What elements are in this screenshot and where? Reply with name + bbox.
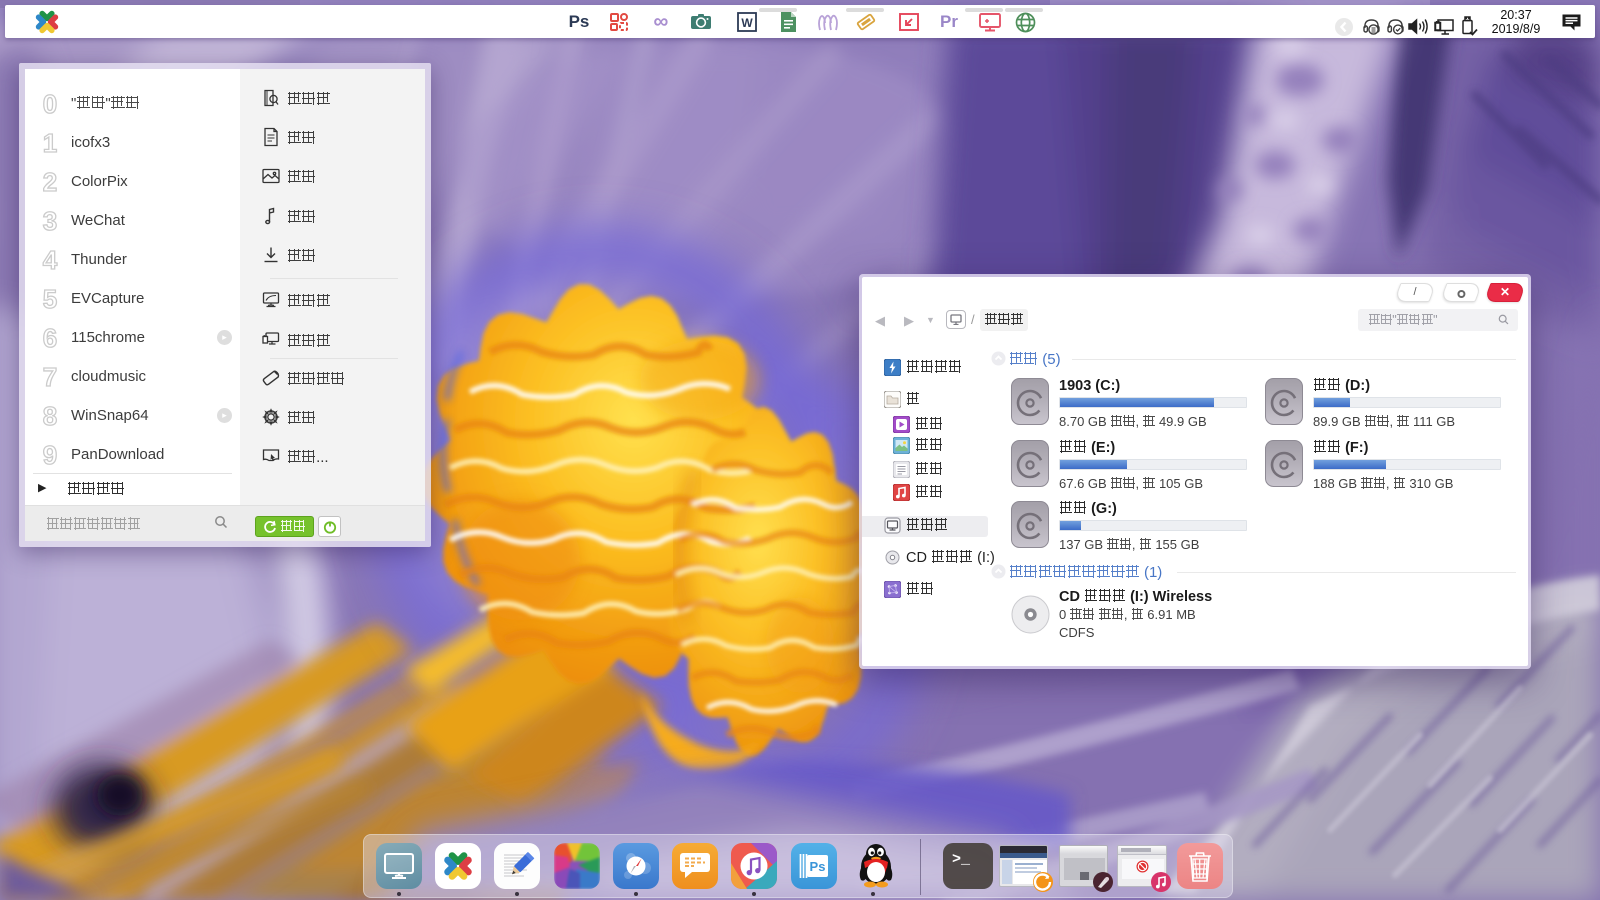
svg-text:Ps: Ps [810,859,826,874]
svg-text:W: W [741,16,753,30]
